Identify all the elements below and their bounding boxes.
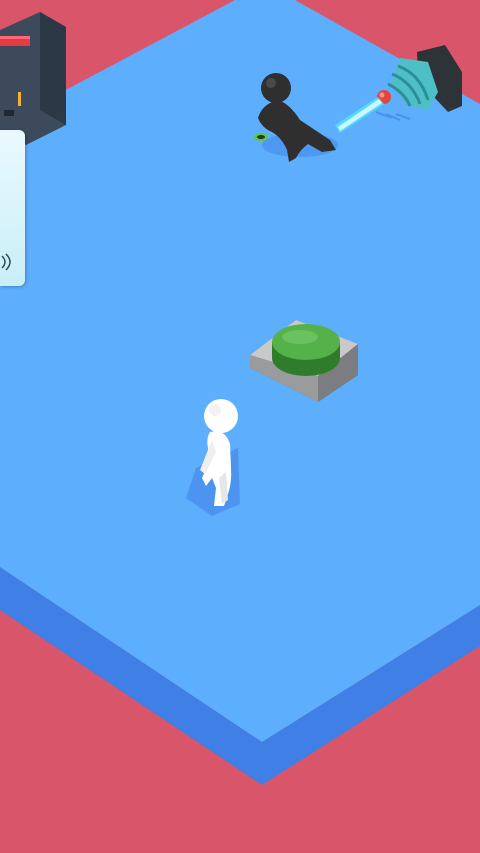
signal-icon — [1, 253, 11, 271]
game-scene — [0, 0, 480, 849]
game-canvas — [0, 0, 480, 849]
wall-cabinet — [0, 12, 66, 145]
